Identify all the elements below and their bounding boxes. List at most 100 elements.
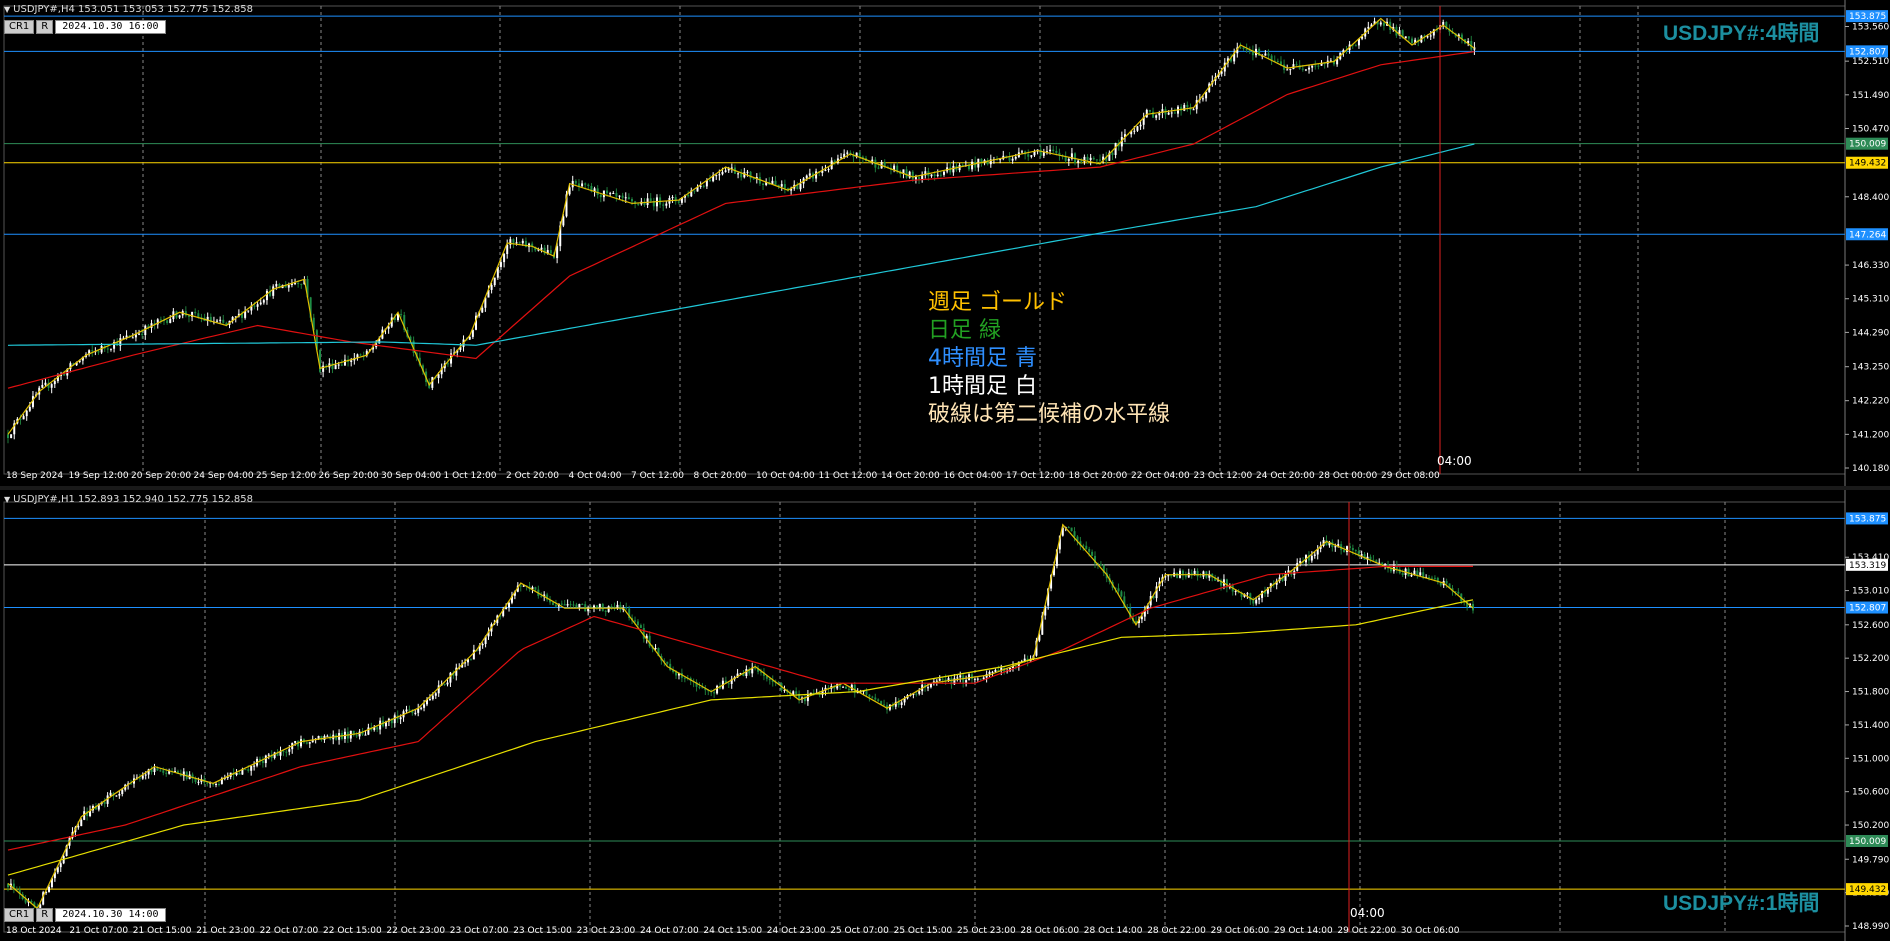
candle-body [408, 709, 411, 711]
h4-chart-panel[interactable]: 18 Sep 2024 19 Sep 12:00 20 Sep 20:00 24 Se… [0, 0, 1890, 486]
candles-group [7, 524, 1474, 916]
candle-body [217, 783, 220, 785]
x-tick-label: 28 Oct 14:00 [1084, 926, 1143, 936]
cr-button[interactable]: CR1 [4, 908, 35, 922]
candle-body [780, 184, 783, 187]
candle-body [109, 792, 112, 796]
candle-body [702, 185, 705, 187]
candle-body [918, 691, 921, 694]
candle-body [1021, 151, 1023, 153]
x-tick-label: 17 Oct 12:00 [1006, 471, 1065, 481]
r-button[interactable]: R [36, 908, 54, 922]
candle-body [1073, 531, 1076, 537]
candle-body [91, 350, 94, 352]
h1-date-box[interactable]: 2024.10.30 14:00 [55, 908, 166, 922]
candle-body [943, 171, 945, 175]
candle-body [109, 348, 112, 350]
candle-body [846, 152, 849, 154]
candle-body [420, 707, 423, 709]
x-tick-label: 22 Oct 15:00 [323, 926, 382, 936]
candle-body [666, 661, 669, 664]
candle-body [337, 364, 340, 366]
candle-body [900, 702, 903, 705]
candle-body [267, 754, 270, 756]
x-tick-label: 7 Oct 12:00 [631, 471, 684, 481]
candle-body [159, 770, 162, 772]
zigzag-line [7, 17, 1475, 435]
candle-body [405, 709, 408, 712]
candle-body [238, 772, 241, 775]
y-tick-label: 146.330 [1852, 261, 1889, 271]
y-tick-label: 153.010 [1852, 587, 1889, 597]
candle-body [1433, 577, 1436, 579]
h4-watermark: USDJPY#:4時間 [1663, 22, 1820, 45]
h1-chart-canvas[interactable]: 18 Oct 2024 21 Oct 07:00 21 Oct 15:00 21 Oc… [0, 490, 1890, 941]
candle-body [625, 607, 628, 609]
candle-body [446, 363, 449, 365]
candle-body [1428, 577, 1431, 579]
candle-body [28, 406, 31, 411]
candle-body [264, 755, 267, 764]
candle-body [247, 769, 250, 771]
candle-body [1133, 130, 1136, 132]
candle-body [612, 193, 615, 195]
candle-body [1095, 159, 1098, 161]
cr-button[interactable]: CR1 [4, 20, 35, 34]
collapse-triangle-icon[interactable]: ▼ [4, 495, 10, 504]
candle-body [256, 304, 259, 307]
candle-body [1246, 593, 1249, 595]
collapse-triangle-icon[interactable]: ▼ [4, 5, 10, 14]
candle-body [261, 760, 264, 764]
candle-body [1199, 576, 1202, 578]
candle-body [970, 674, 973, 680]
candle-body [48, 887, 51, 892]
candle-body [1410, 575, 1413, 577]
candle-body [106, 348, 109, 350]
candle-body [1404, 36, 1407, 39]
candle-body [334, 364, 337, 370]
candle-body [631, 199, 633, 202]
candle-body [918, 177, 921, 180]
candle-body [584, 183, 587, 185]
candle-body [165, 772, 168, 774]
candle-body [77, 826, 80, 828]
candle-body [1310, 555, 1313, 561]
candle-body [634, 620, 637, 622]
candle-body [468, 336, 471, 340]
candle-body [824, 169, 827, 171]
y-tick-label: 140.180 [1852, 464, 1889, 474]
candle-body [1384, 564, 1387, 566]
candle-body [627, 197, 630, 200]
candle-body [1343, 550, 1346, 552]
x-tick-label: 16 Oct 04:00 [944, 471, 1003, 481]
x-tick-label: 24 Sep 04:00 [194, 471, 254, 481]
y-tick-label: 151.490 [1852, 91, 1889, 101]
candle-body [1158, 112, 1161, 116]
candle-body [991, 671, 994, 673]
candle-body [1286, 69, 1289, 71]
candle-body [166, 320, 169, 323]
candle-body [930, 174, 933, 177]
candle-body [596, 188, 599, 195]
candle-body [1430, 577, 1433, 579]
candle-body [1055, 150, 1058, 153]
candle-body [355, 735, 358, 737]
candle-body [847, 688, 850, 691]
level-price-label: 150.009 [1849, 140, 1886, 150]
candle-body [1120, 591, 1123, 597]
x-tick-label: 23 Oct 23:00 [577, 926, 636, 936]
x-tick-label: 23 Oct 07:00 [450, 926, 509, 936]
candle-body [519, 585, 522, 587]
candle-body [768, 678, 771, 681]
candle-body [153, 768, 156, 773]
candle-body [1354, 550, 1357, 552]
r-button[interactable]: R [36, 20, 54, 34]
h4-date-box[interactable]: 2024.10.30 16:00 [55, 20, 166, 34]
candle-body [1117, 588, 1120, 592]
h1-chart-panel[interactable]: 18 Oct 2024 21 Oct 07:00 21 Oct 15:00 21 Oc… [0, 490, 1890, 941]
candle-body [1367, 26, 1370, 29]
candle-body [144, 325, 147, 336]
candle-body [595, 605, 598, 608]
candle-body [575, 604, 578, 608]
candle-body [222, 319, 225, 323]
